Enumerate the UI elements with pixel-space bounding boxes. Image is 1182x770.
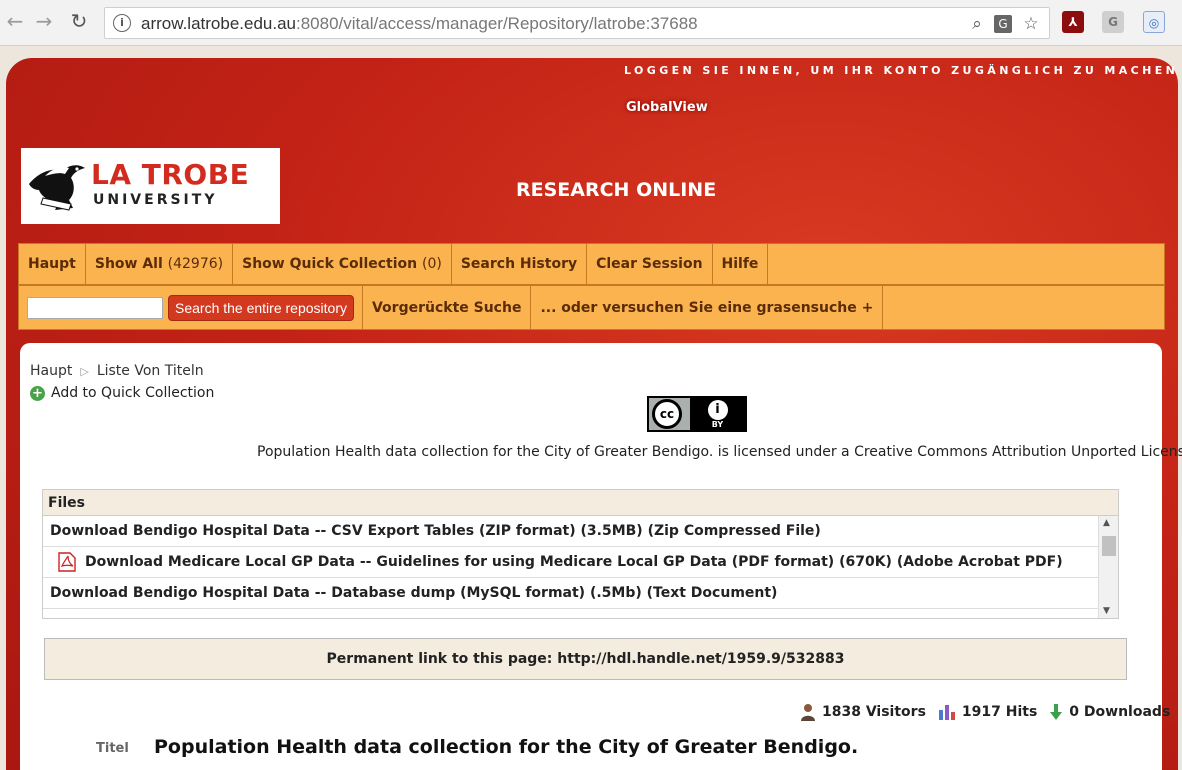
site-title: RESEARCH ONLINE — [516, 179, 717, 201]
bookmark-star-icon[interactable]: ☆ — [1021, 14, 1041, 34]
downloads-stat: 0 Downloads — [1049, 703, 1170, 721]
cc-by-block: i BY — [690, 398, 745, 430]
quick-collection-count: (0) — [422, 256, 442, 272]
menu-quick-collection-label: Show Quick Collection — [242, 256, 418, 272]
breadcrumb: Haupt ▷ Liste Von Titeln — [30, 363, 204, 379]
login-link[interactable]: LOGGEN SIE INNEN, UM IHR KONTO ZUGÄNGLIC… — [624, 64, 1182, 77]
cc-by-label: BY — [711, 419, 724, 429]
downloads-count: 0 Downloads — [1069, 704, 1171, 720]
files-heading: Files — [43, 490, 1118, 516]
search-menu: Search the entire repository Vorgerückte… — [18, 285, 1165, 330]
url-text[interactable]: arrow.latrobe.edu.au:8080/vital/access/m… — [141, 14, 698, 34]
main-menu: Haupt Show All (42976) Show Quick Collec… — [18, 243, 1165, 285]
breadcrumb-home[interactable]: Haupt — [30, 363, 72, 379]
record-title: Population Health data collection for th… — [154, 736, 859, 758]
sync-extension-icon[interactable]: ◎ — [1143, 11, 1165, 33]
breadcrumb-separator-icon: ▷ — [80, 365, 89, 378]
show-all-count: (42976) — [167, 256, 224, 272]
visitors-stat: 1838 Visitors — [800, 703, 926, 721]
menu-advanced-search-label: Vorgerückte Suche — [371, 299, 522, 316]
menu-haupt-label: Haupt — [28, 256, 76, 272]
visitor-person-icon — [801, 704, 815, 721]
menu-hilfe[interactable]: Hilfe — [713, 244, 769, 284]
add-circle-icon: + — [30, 385, 45, 401]
scroll-up-arrow-icon[interactable]: ▲ — [1103, 518, 1110, 528]
files-scrollbar[interactable]: ▲ ▼ — [1098, 516, 1118, 618]
info-icon[interactable]: i — [113, 14, 131, 32]
add-to-quick-collection-label: Add to Quick Collection — [51, 385, 215, 401]
address-bar[interactable]: i arrow.latrobe.edu.au:8080/vital/access… — [104, 7, 1050, 39]
menu-search-history[interactable]: Search History — [452, 244, 588, 284]
menu-show-all[interactable]: Show All (42976) — [86, 244, 234, 284]
acrobat-extension-icon[interactable]: ⅄ — [1062, 11, 1084, 33]
eagle-icon — [29, 165, 85, 211]
menu-show-all-label: Show All — [94, 256, 163, 272]
scroll-down-arrow-icon[interactable]: ▼ — [1103, 606, 1110, 616]
permanent-link[interactable]: Permanent link to this page: http://hdl.… — [44, 638, 1127, 680]
university-logo[interactable]: LA TROBE UNIVERSITY — [21, 148, 280, 224]
menu-browse[interactable]: ... oder versuchen Sie eine grasensuche … — [531, 286, 884, 329]
logo-subtitle: UNIVERSITY — [93, 192, 218, 208]
visitors-count: 1838 Visitors — [822, 704, 926, 720]
file-link-label: Download Bendigo Hospital Data -- CSV Ex… — [50, 523, 821, 539]
scroll-thumb[interactable] — [1102, 536, 1116, 556]
pdf-icon — [58, 552, 76, 572]
menu-search-history-label: Search History — [460, 256, 578, 272]
browser-toolbar: ← → ↻ i arrow.latrobe.edu.au:8080/vital/… — [0, 0, 1182, 46]
download-arrow-icon — [1050, 704, 1063, 720]
title-label: Titel — [96, 741, 129, 756]
translate-icon[interactable]: G — [994, 15, 1012, 33]
hits-count: 1917 Hits — [961, 704, 1038, 720]
back-arrow-icon[interactable]: ← — [4, 10, 26, 32]
forward-arrow-icon[interactable]: → — [33, 10, 55, 32]
url-host: arrow.latrobe.edu.au — [141, 14, 296, 33]
content-panel: Haupt ▷ Liste Von Titeln + Add to Quick Co… — [20, 343, 1182, 770]
logo-title: LA TROBE — [91, 158, 250, 191]
hits-stat: 1917 Hits — [938, 704, 1037, 720]
search-input[interactable] — [27, 296, 163, 319]
file-link[interactable]: Download Bendigo Hospital Data -- Databa… — [43, 578, 1098, 609]
attribution-person-icon: i — [707, 399, 728, 420]
file-link[interactable]: Download Bendigo Hospital Data -- CSV Ex… — [43, 516, 1098, 547]
zoom-icon[interactable]: ⌕ — [967, 14, 987, 34]
search-button[interactable]: Search the entire repository — [168, 294, 354, 321]
cc-icon: cc — [652, 399, 682, 429]
g-extension-icon[interactable]: G — [1102, 11, 1124, 33]
reload-icon[interactable]: ↻ — [68, 10, 90, 32]
menu-quick-collection[interactable]: Show Quick Collection (0) — [233, 244, 452, 284]
file-link[interactable]: Download Medicare Local GP Data -- Guide… — [43, 547, 1098, 578]
url-path: :8080/vital/access/manager/Repository/la… — [296, 14, 698, 33]
bar-chart-icon — [938, 705, 955, 720]
quick-search: Search the entire repository — [19, 286, 363, 329]
file-link-label: Download Medicare Local GP Data -- Guide… — [85, 554, 1063, 570]
menu-clear-session-label: Clear Session — [596, 256, 703, 272]
files-list: Download Bendigo Hospital Data -- CSV Ex… — [43, 516, 1118, 618]
cc-license-badge[interactable]: cc i BY — [647, 396, 747, 432]
file-link-label: Download Bendigo Hospital Data -- Databa… — [50, 585, 778, 601]
usage-stats: 1838 Visitors 1917 Hits 0 Downloads — [800, 703, 1182, 721]
files-panel: Files Download Bendigo Hospital Data -- … — [42, 489, 1119, 619]
menu-browse-label: ... oder versuchen Sie eine grasensuche … — [540, 299, 874, 316]
menu-advanced-search[interactable]: Vorgerückte Suche — [363, 286, 532, 329]
globalview-link[interactable]: GlobalView — [626, 100, 708, 115]
menu-haupt[interactable]: Haupt — [19, 244, 86, 284]
breadcrumb-current[interactable]: Liste Von Titeln — [97, 363, 204, 379]
license-statement: Population Health data collection for th… — [257, 444, 1182, 460]
menu-clear-session[interactable]: Clear Session — [587, 244, 713, 284]
add-to-quick-collection[interactable]: + Add to Quick Collection — [30, 385, 214, 401]
menu-hilfe-label: Hilfe — [721, 256, 759, 272]
